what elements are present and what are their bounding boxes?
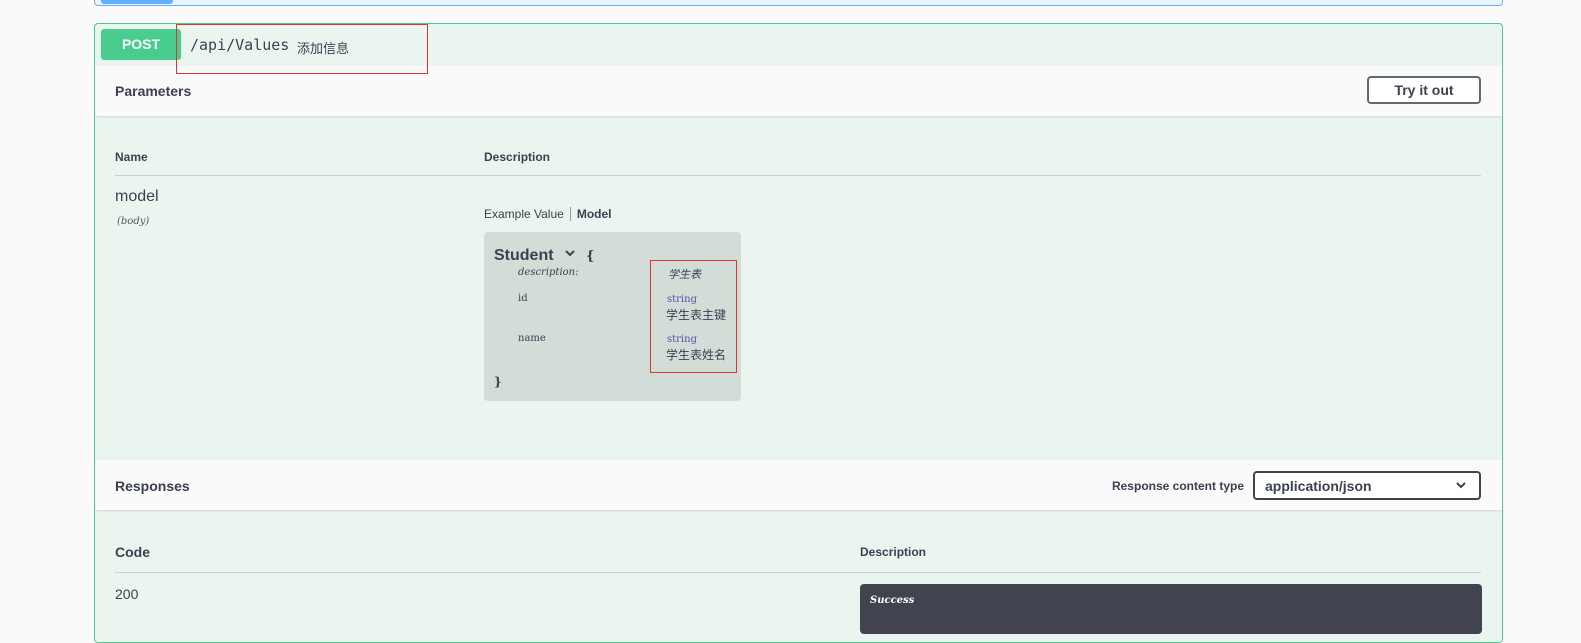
param-location: (body) (117, 216, 150, 227)
model-open-brace: { (586, 249, 595, 264)
response-code-column-header: Code (115, 544, 150, 560)
model-title[interactable]: Student (494, 247, 554, 265)
tab-example-value[interactable]: Example Value (484, 207, 571, 221)
responses-header: Responses Response content type applicat… (95, 460, 1502, 510)
post-operation-block: POST /api/Values 添加信息 Parameters Try it … (94, 23, 1503, 643)
model-tabs: Example Value Model (484, 207, 612, 221)
chevron-down-icon (1455, 479, 1467, 494)
parameters-title: Parameters (115, 83, 192, 99)
params-divider (115, 175, 1481, 176)
responses-title: Responses (115, 478, 190, 494)
model-close-brace: } (494, 375, 502, 389)
try-it-out-button[interactable]: Try it out (1367, 76, 1481, 104)
property-key-name: name (518, 333, 546, 344)
model-description-key: description: (518, 267, 579, 278)
highlight-box-descriptions (650, 260, 737, 373)
param-name-column-header: Name (115, 150, 148, 164)
response-content-type-label: Response content type (1111, 479, 1244, 493)
response-description-text: Success (870, 595, 915, 606)
response-description-box: Success (860, 584, 1482, 634)
response-description-column-header: Description (860, 545, 927, 559)
response-code: 200 (115, 586, 139, 602)
previous-method-badge (101, 0, 173, 4)
param-description-column-header: Description (484, 150, 551, 164)
tab-model[interactable]: Model (571, 207, 612, 221)
chevron-down-icon[interactable] (564, 247, 576, 262)
responses-divider (115, 572, 1481, 573)
response-content-type-select[interactable]: application/json (1253, 471, 1481, 500)
method-badge: POST (101, 29, 181, 60)
previous-operation-block (94, 0, 1503, 6)
property-key-id: id (518, 293, 528, 304)
response-content-type-value: application/json (1265, 478, 1372, 494)
param-name: model (115, 188, 159, 205)
highlight-box-path (176, 24, 428, 74)
